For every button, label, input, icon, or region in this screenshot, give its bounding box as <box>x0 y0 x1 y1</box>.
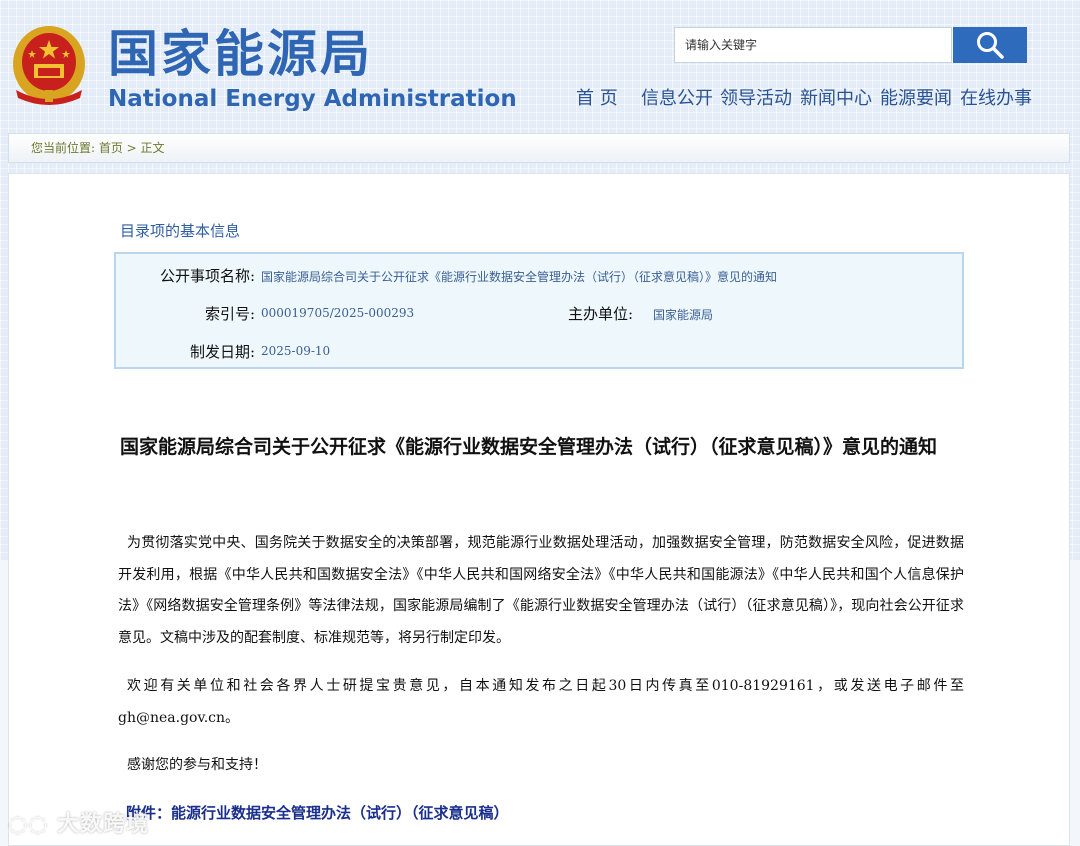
breadcrumb-text[interactable]: 您当前位置: 首页 > 正文 <box>31 134 165 162</box>
meta-index-value: 000019705/2025-000293 <box>261 306 415 320</box>
watermark: ◌◌ 大数跨境 <box>8 806 149 838</box>
meta-info-box: 公开事项名称: 国家能源局综合司关于公开征求《能源行业数据安全管理办法（试行）（… <box>114 252 964 369</box>
site-logo-chinese[interactable]: 国家能源局 <box>108 24 373 84</box>
main-navigation: 首 页 信息公开 领导活动 新闻中心 能源要闻 在线办事 <box>560 84 1040 110</box>
attachment-link[interactable]: 附件：能源行业数据安全管理办法（试行）（征求意见稿） <box>126 802 509 823</box>
watermark-text: 大数跨境 <box>57 812 150 837</box>
nav-energy-news[interactable]: 能源要闻 <box>880 84 952 110</box>
meta-org-label: 主办单位: <box>568 305 634 323</box>
nav-leadership-activities[interactable]: 领导活动 <box>720 84 792 110</box>
nav-home[interactable]: 首 页 <box>576 84 618 110</box>
article-title: 国家能源局综合司关于公开征求《能源行业数据安全管理办法（试行）（征求意见稿）》意… <box>120 436 938 458</box>
watermark-icon: ◌◌ <box>8 812 58 837</box>
article-paragraph-2: 欢迎有关单位和社会各界人士研提宝贵意见，自本通知发布之日起30日内传真至010-… <box>118 678 964 726</box>
nav-online-services[interactable]: 在线办事 <box>960 84 1032 110</box>
nav-info-disclosure[interactable]: 信息公开 <box>641 84 713 110</box>
emblem-icon <box>13 26 85 105</box>
meta-section-title: 目录项的基本信息 <box>120 222 241 240</box>
article-paragraph-3: 感谢您的参与和支持！ <box>127 757 267 773</box>
breadcrumb: 您当前位置: 首页 > 正文 <box>8 133 1070 163</box>
meta-org-value: 国家能源局 <box>653 308 714 322</box>
meta-date-value: 2025-09-10 <box>261 344 331 358</box>
site-logo-english[interactable]: National Energy Administration <box>108 84 517 114</box>
meta-name-value: 国家能源局综合司关于公开征求《能源行业数据安全管理办法（试行）（征求意见稿）》意… <box>261 270 778 284</box>
nav-news-center[interactable]: 新闻中心 <box>800 84 872 110</box>
search-button[interactable] <box>953 27 1027 63</box>
meta-index-label: 索引号: <box>205 305 256 323</box>
meta-name-label: 公开事项名称: <box>160 267 256 285</box>
national-emblem-logo[interactable] <box>10 24 88 108</box>
search-icon <box>977 32 1004 59</box>
article-paragraph-1: 为贯彻落实党中央、国务院关于数据安全的决策部署，规范能源行业数据处理活动，加强数… <box>118 535 964 646</box>
meta-date-label: 制发日期: <box>190 343 256 361</box>
search-input[interactable]: 请输入关键字 <box>674 27 952 63</box>
